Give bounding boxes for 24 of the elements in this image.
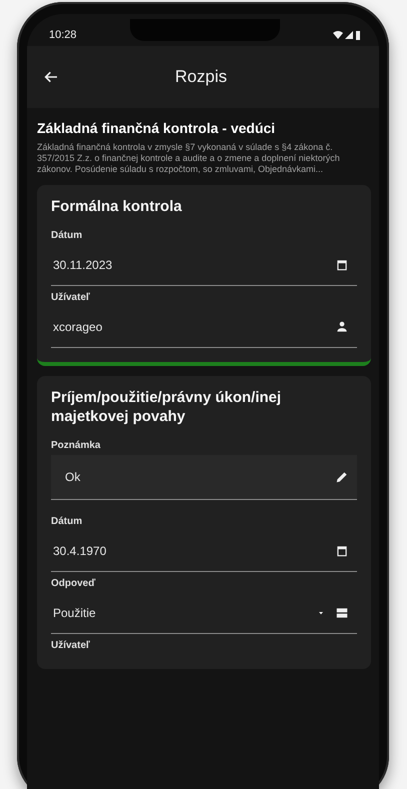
input-field[interactable]: xcorageo [51,307,357,348]
card-title: Príjem/použitie/právny úkon/inej majetkovej povahy [51,388,282,426]
field-label: Užívateľ [51,292,91,303]
input-field[interactable]: 30.4.1970 [51,531,357,572]
back-arrow-icon[interactable] [43,69,59,85]
card-title: Formálna kontrola [51,197,183,216]
status-icons [333,30,361,40]
field-label: Dátum [51,230,84,241]
field-label: Odpoveď [51,578,96,589]
input-field[interactable]: Ok [51,455,357,500]
calendar-icon [335,258,349,272]
field-label: Dátum [51,516,84,527]
section-title: Základná finančná kontrola - vedúci [37,120,276,136]
status-time: 10:28 [49,29,77,41]
input-field[interactable]: 30.11.2023 [51,245,357,286]
screen-title: Rozpis [174,67,228,87]
section-description: Základná finančná kontrola v zmysle §7 vykonaná v súlade s §4 zákona č. 357/2015 Z.z. o finančnej kontrole a audite a o zmene a doplnení niektorých zákonov. Posúdenie súladu s rozpočtom, so zmluvami, Objednávkami... [37,142,341,175]
list-icon [335,606,349,620]
dropdown-field[interactable]: Použitie [51,593,357,634]
calendar-icon [335,544,349,558]
pencil-icon [335,470,349,484]
field-label: Užívateľ [51,640,91,651]
person-icon [335,320,349,334]
field-label: Poznámka [51,440,102,451]
